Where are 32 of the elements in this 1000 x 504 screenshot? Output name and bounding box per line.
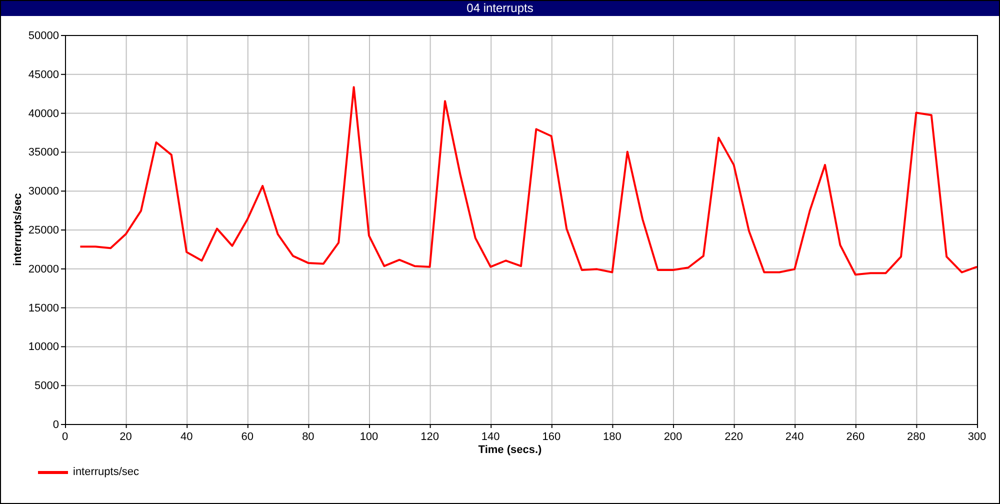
x-tick-label: 60 <box>241 431 254 443</box>
y-tick-label: 45000 <box>28 68 59 81</box>
y-tick-label: 40000 <box>28 108 59 120</box>
y-tick-label: 20000 <box>28 263 59 276</box>
y-tick-label: 10000 <box>28 341 59 354</box>
x-tick-label: 260 <box>846 431 865 443</box>
x-tick-label: 0 <box>62 431 68 443</box>
y-tick-label: 50000 <box>28 30 59 42</box>
legend-line-icon <box>38 470 68 474</box>
y-tick-label: 30000 <box>28 186 59 198</box>
x-tick-label: 20 <box>120 431 132 443</box>
x-tick-label: 240 <box>785 431 804 443</box>
x-tick-label: 280 <box>907 431 926 443</box>
y-tick-label: 35000 <box>28 146 59 159</box>
x-tick-label: 160 <box>542 431 561 443</box>
x-tick-label: 300 <box>968 431 986 443</box>
y-tick-label: 15000 <box>28 302 59 314</box>
x-tick-label: 220 <box>724 431 743 443</box>
x-tick-label: 180 <box>603 431 622 443</box>
y-tick-label: 25000 <box>28 224 59 236</box>
legend-label: interrupts/sec <box>73 466 140 478</box>
x-tick-label: 200 <box>664 431 682 443</box>
y-axis-title: interrupts/sec <box>12 193 24 266</box>
window-title: 04 interrupts <box>1 1 999 16</box>
y-tick-label: 5000 <box>34 380 59 392</box>
x-tick-label: 120 <box>420 431 439 443</box>
y-tick-label: 0 <box>52 419 59 431</box>
x-axis-title: Time (secs.) <box>478 444 542 458</box>
x-tick-label: 40 <box>180 431 193 443</box>
x-tick-label: 140 <box>481 431 500 443</box>
x-tick-label: 100 <box>360 431 378 443</box>
x-tick-label: 80 <box>302 431 314 443</box>
